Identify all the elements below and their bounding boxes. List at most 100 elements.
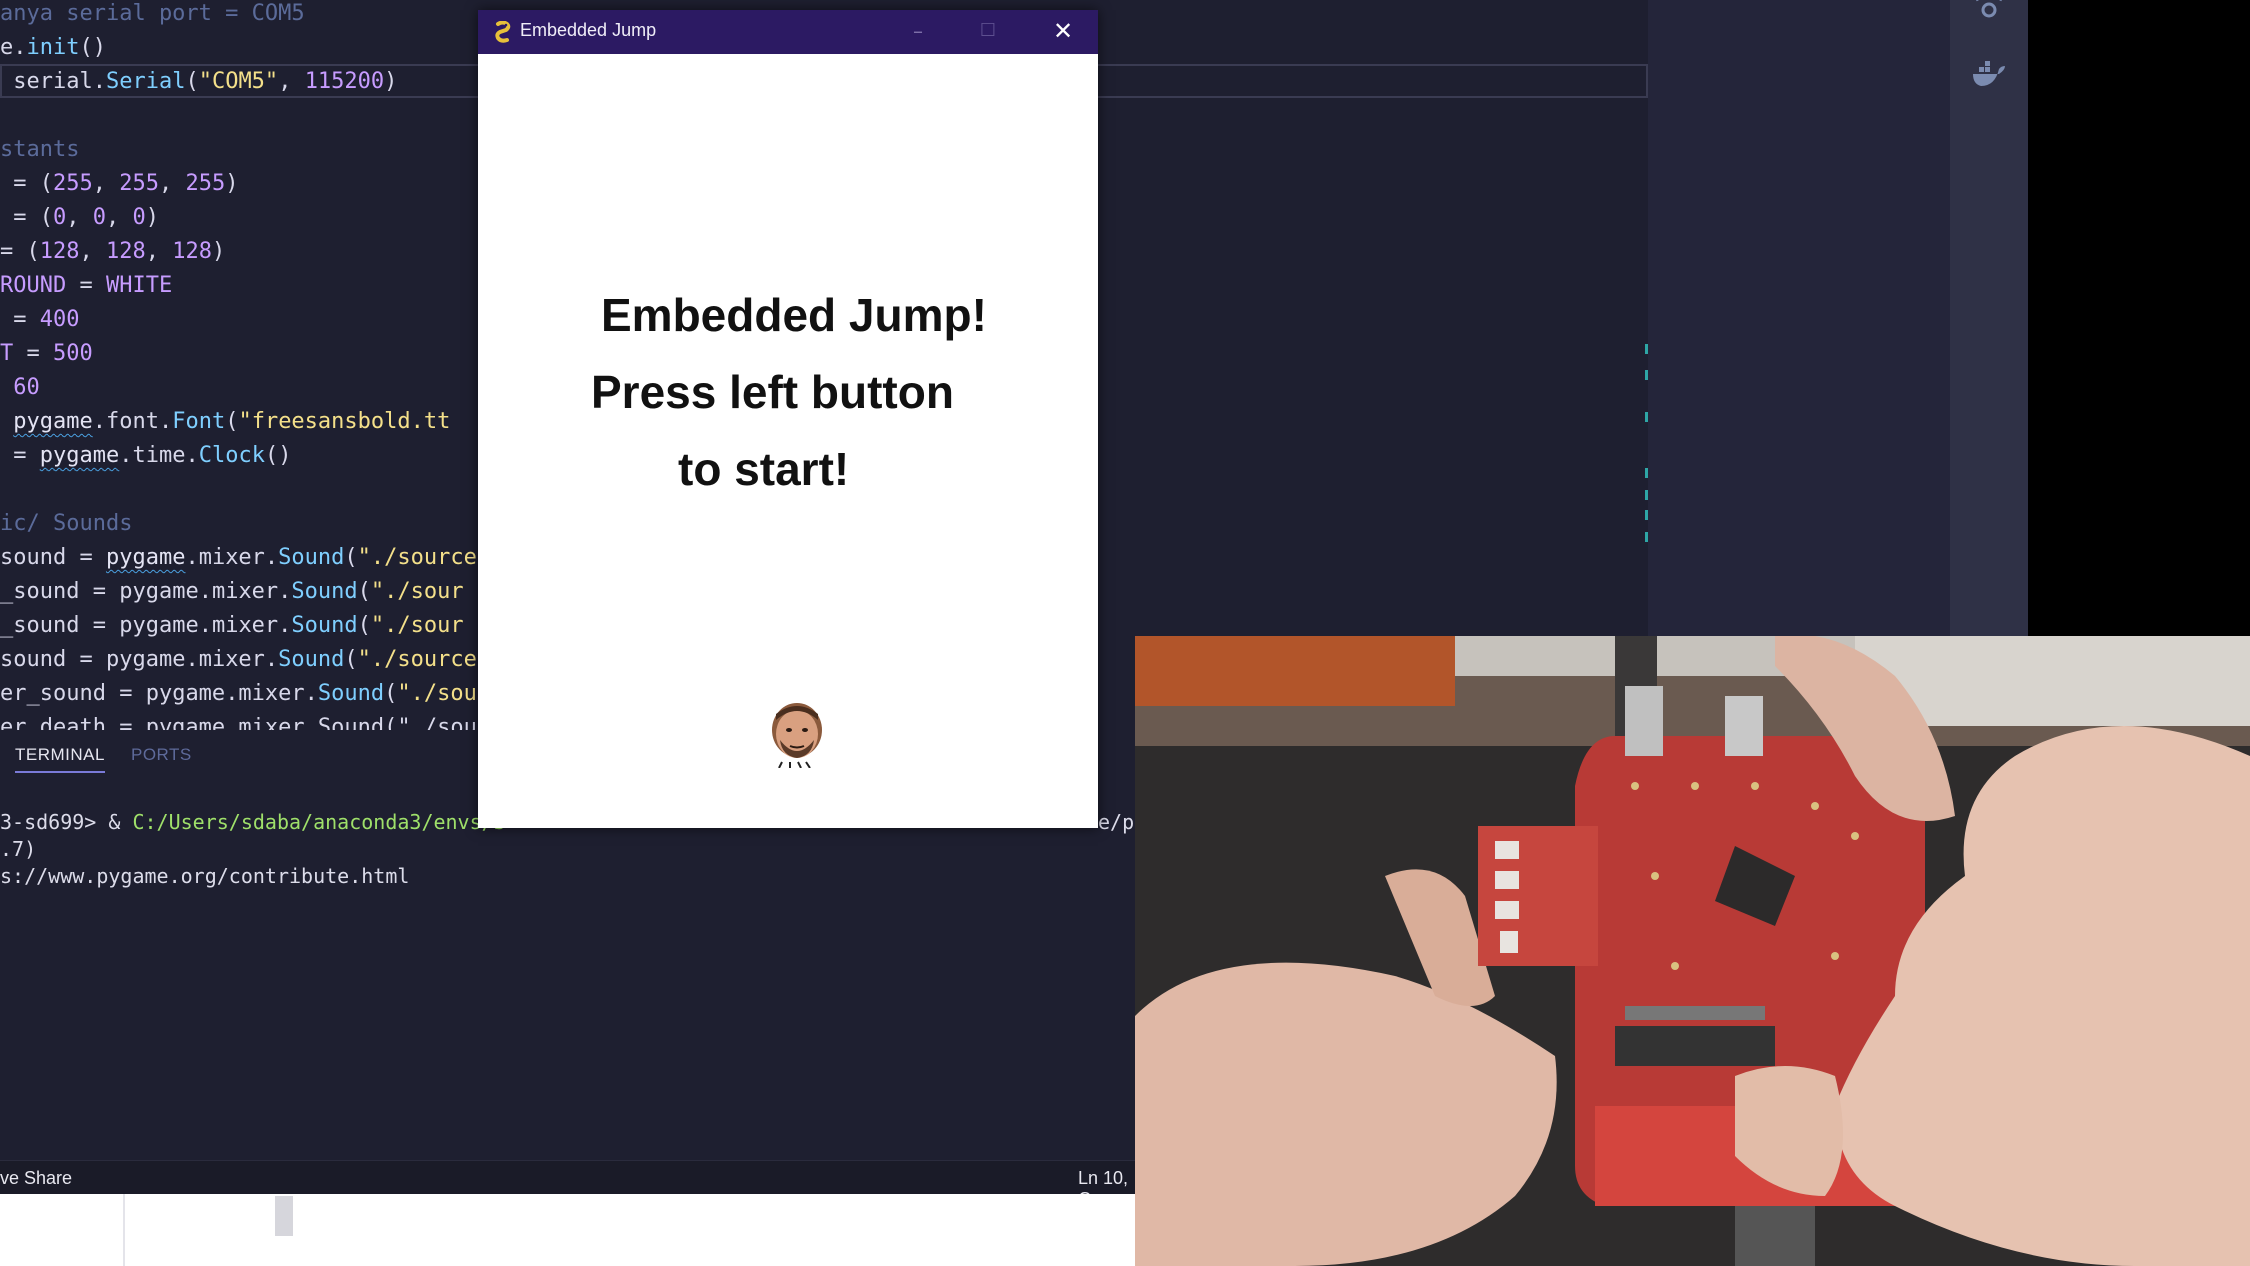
code-token: "./sour (370, 613, 464, 638)
game-titlebar[interactable]: Embedded Jump – ☐ ✕ (478, 10, 1098, 54)
code-token: pygame (105, 647, 186, 672)
code-line[interactable]: = pygame.time.Clock() (0, 439, 291, 473)
close-button[interactable]: ✕ (1043, 16, 1083, 46)
code-token: .mixer. (225, 681, 318, 706)
code-token: ( (185, 69, 199, 94)
code-line[interactable]: ROUND = WHITE (0, 269, 172, 303)
code-token: () (79, 35, 106, 60)
code-token: serial. (0, 69, 106, 94)
code-token: "./source (357, 647, 477, 672)
code-token: 128 (106, 239, 146, 264)
player-head-sprite (768, 702, 826, 772)
code-token: = ( (0, 239, 40, 264)
code-token: .mixer. (185, 545, 279, 570)
code-token: _sound = (0, 579, 120, 604)
code-token: .font. (92, 409, 173, 434)
code-token: .mixer. (198, 579, 292, 604)
code-line[interactable]: 60 (0, 371, 40, 405)
code-token: pygame (105, 545, 186, 570)
divider (123, 1194, 125, 1266)
code-token: Font (172, 409, 226, 434)
code-line[interactable]: er_sound = pygame.mixer.Sound("./sou (0, 677, 477, 711)
code-line[interactable]: = 400 (0, 303, 80, 337)
pygame-snake-icon (492, 20, 514, 43)
webcam-overlay (1135, 636, 2250, 1266)
remote-explorer-icon[interactable] (1970, 0, 2008, 32)
terminal-line: 3-sd699> & C:/Users/sdaba/anaconda3/envs… (0, 810, 506, 834)
code-line[interactable]: stants (0, 133, 79, 167)
code-token: = (0, 443, 40, 468)
code-line[interactable]: T = 500 (0, 337, 93, 371)
code-token: Clock (198, 443, 265, 468)
code-token: , (105, 205, 133, 230)
code-line[interactable]: = (255, 255, 255) (0, 167, 238, 201)
code-token: 0 (52, 205, 67, 230)
game-instruction-text: Press left button (591, 366, 954, 418)
code-token: , (79, 239, 106, 264)
game-title-text: Embedded Jump! (601, 289, 987, 341)
game-window[interactable]: Embedded Jump – ☐ ✕ Embedded Jump! Press… (478, 10, 1098, 828)
live-share-status[interactable]: ve Share (0, 1168, 72, 1189)
taskbar-area (0, 1194, 1135, 1266)
code-token: 500 (53, 341, 93, 366)
code-token: Serial (105, 69, 186, 94)
code-token: Sound (278, 545, 345, 570)
code-line[interactable]: e.init() (0, 31, 106, 65)
code-token: stants (0, 137, 80, 162)
code-token: = ( (0, 205, 53, 230)
code-token: sound = (0, 545, 106, 570)
code-token: pygame (13, 409, 93, 434)
code-token: er_sound = (0, 681, 146, 706)
minimize-button[interactable]: – (898, 16, 938, 46)
resize-handle[interactable] (275, 1196, 293, 1236)
code-token: = (13, 341, 53, 366)
docker-icon[interactable] (1970, 60, 2008, 98)
code-line[interactable]: _sound = pygame.mixer.Sound("./sour (0, 575, 464, 609)
code-line[interactable]: sound = pygame.mixer.Sound("./source (0, 643, 477, 677)
status-bar: ve Share Ln 10, C (0, 1160, 1135, 1209)
terminal-line: s://www.pygame.org/contribute.html (0, 864, 410, 888)
tab-terminal[interactable]: TERMINAL (15, 745, 105, 773)
code-token: Sound (291, 579, 358, 604)
code-line[interactable]: sound = pygame.mixer.Sound("./source (0, 541, 477, 575)
terminal-prompt: 3-sd699> & (0, 810, 133, 834)
terminal-path: C:/Users/sdaba/anaconda3/envs/3 (132, 810, 506, 834)
code-token: 400 (39, 307, 80, 332)
side-panel (1648, 0, 1950, 636)
code-line[interactable]: = (0, 0, 0) (0, 201, 159, 235)
code-token: ) (225, 171, 239, 196)
code-token: ( (384, 681, 398, 706)
code-token: ic/ Sounds (0, 511, 133, 536)
game-canvas[interactable]: Embedded Jump! Press left button to star… (478, 54, 1098, 828)
code-token: pygame (119, 613, 199, 638)
code-line[interactable]: pygame.font.Font("freesansbold.tt (0, 405, 450, 439)
code-line[interactable]: anya serial port = COM5 (0, 0, 305, 31)
code-token: () (264, 443, 292, 468)
code-token: init (26, 35, 80, 60)
code-line[interactable]: er_death = pygame.mixer.Sound("./sou (0, 711, 477, 730)
code-token: ) (384, 69, 398, 94)
code-token: .time. (119, 443, 199, 468)
code-line[interactable]: _sound = pygame.mixer.Sound("./sour (0, 609, 464, 643)
code-token: ROUND (0, 273, 67, 298)
tab-ports[interactable]: PORTS (131, 745, 192, 765)
code-token: pygame (119, 579, 199, 604)
code-token: ( (357, 613, 371, 638)
code-token: .mixer. (185, 647, 279, 672)
code-token: anya serial port = COM5 (0, 1, 305, 26)
code-token: 255 (119, 171, 159, 196)
code-token: T (0, 341, 14, 366)
webcam-image (1135, 636, 2250, 1266)
maximize-button[interactable]: ☐ (968, 16, 1008, 46)
code-token: ) (145, 205, 159, 230)
code-token: "./sour (370, 579, 464, 604)
code-line[interactable]: serial.Serial("COM5", 115200) (0, 65, 397, 99)
code-line[interactable]: ic/ Sounds (0, 507, 132, 541)
code-token: 60 (13, 375, 40, 400)
code-token: ( (357, 579, 371, 604)
code-line[interactable]: = (128, 128, 128) (0, 235, 225, 269)
code-token: sound = (0, 647, 106, 672)
game-instruction-text: to start! (678, 443, 850, 495)
